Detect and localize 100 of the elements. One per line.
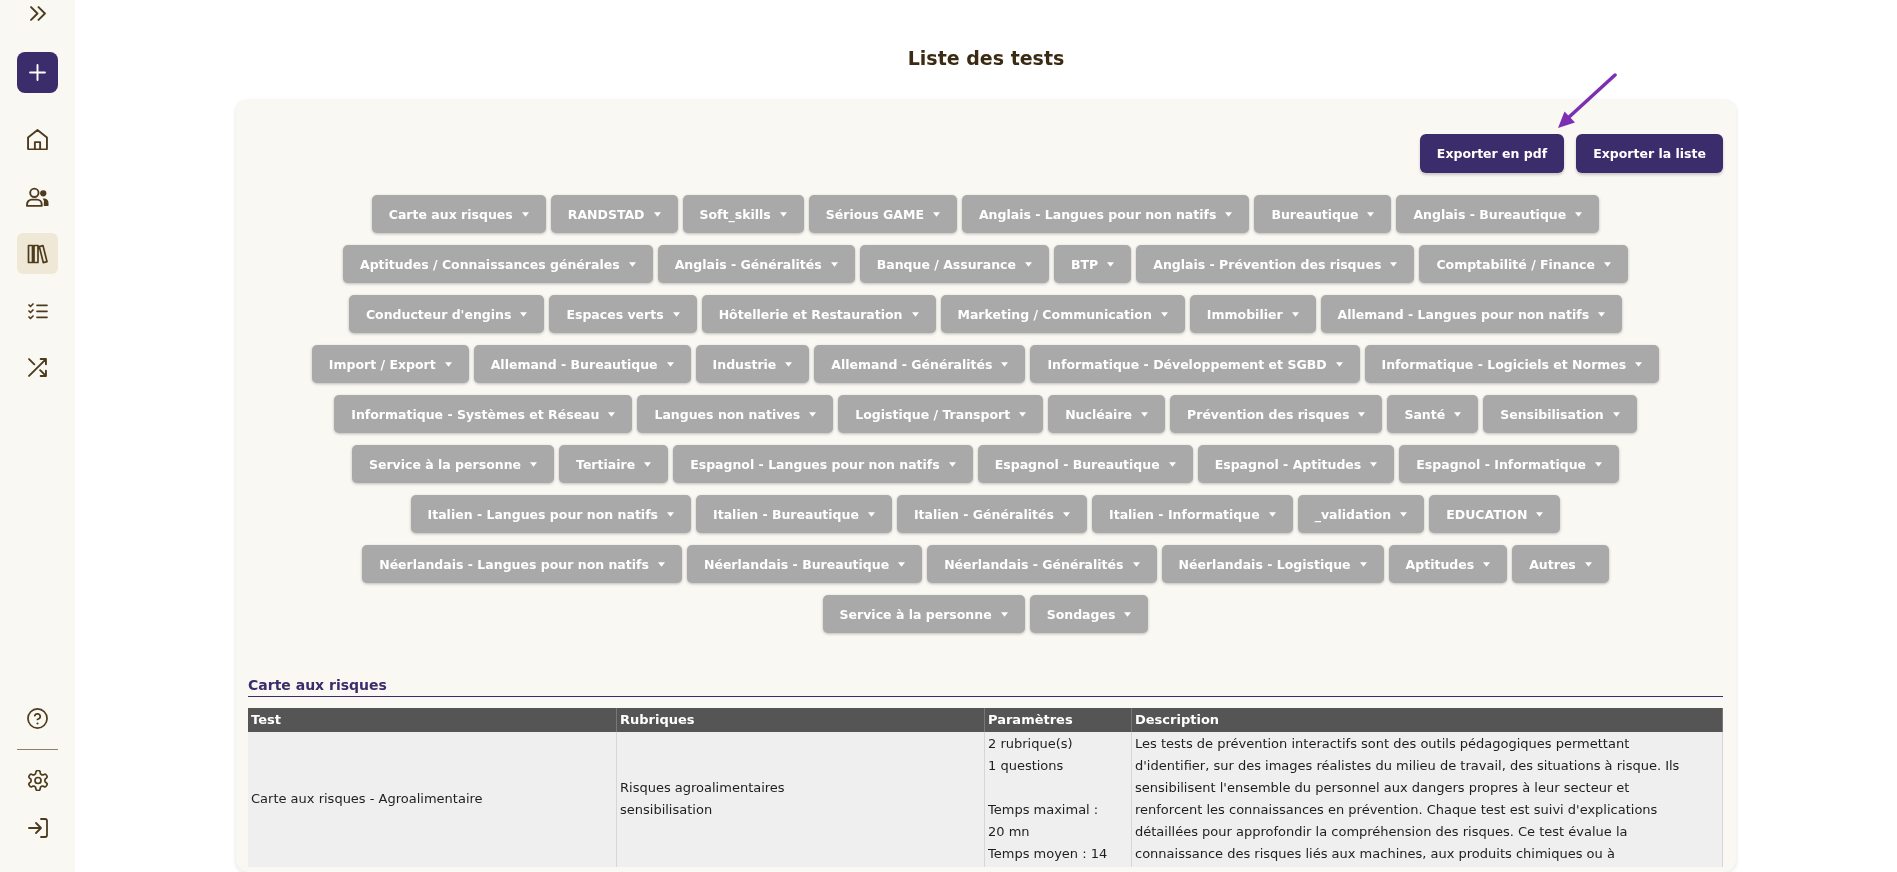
category-dropdown-button[interactable]: Nucléaire bbox=[1048, 395, 1166, 433]
caret-icon bbox=[628, 261, 636, 267]
caret-icon bbox=[1291, 311, 1299, 317]
caret-icon bbox=[644, 461, 652, 467]
rubric-text: Risques agroalimentaires bbox=[620, 779, 786, 797]
category-dropdown-button[interactable]: Néerlandais - Langues pour non natifs bbox=[362, 545, 682, 583]
category-dropdown-button[interactable]: RANDSTAD bbox=[550, 195, 678, 233]
caret-icon bbox=[1598, 311, 1606, 317]
category-dropdown-button[interactable]: Espagnol - Aptitudes bbox=[1197, 445, 1395, 483]
caret-icon bbox=[1025, 261, 1032, 267]
category-dropdown-button[interactable]: Soft_skills bbox=[682, 195, 804, 233]
category-dropdown-button[interactable]: Import / Export bbox=[311, 345, 469, 383]
caret-icon bbox=[1019, 411, 1027, 417]
books-icon bbox=[27, 243, 48, 264]
category-dropdown-button[interactable]: Langues non natives bbox=[637, 395, 834, 433]
category-dropdown-button[interactable]: Italien - Langues pour non natifs bbox=[410, 495, 692, 533]
add-button[interactable] bbox=[17, 52, 58, 93]
column-header: Rubriques bbox=[617, 708, 985, 732]
category-dropdown-button[interactable]: Italien - Informatique bbox=[1092, 495, 1293, 533]
caret-icon bbox=[1483, 561, 1491, 567]
caret-icon bbox=[667, 511, 675, 517]
section-heading: Carte aux risques bbox=[248, 676, 387, 695]
category-dropdown-button[interactable]: Logistique / Transport bbox=[838, 395, 1044, 433]
category-dropdown-button[interactable]: _validation bbox=[1297, 495, 1425, 533]
parameter-text: 2 rubrique(s) bbox=[988, 735, 1074, 753]
caret-icon bbox=[653, 211, 661, 217]
category-dropdown-button[interactable]: Banque / Assurance bbox=[859, 245, 1049, 283]
column-header: Test bbox=[248, 708, 617, 732]
caret-icon bbox=[1063, 511, 1070, 517]
category-dropdown-button[interactable]: Anglais - Bureautique bbox=[1396, 195, 1600, 233]
page-title: Liste des tests bbox=[907, 46, 1065, 71]
caret-icon bbox=[1001, 361, 1009, 367]
category-dropdown-button[interactable]: Sondages bbox=[1029, 595, 1149, 633]
caret-icon bbox=[1225, 211, 1233, 217]
category-dropdown-button[interactable]: Allemand - Généralités bbox=[814, 345, 1026, 383]
category-dropdown-button[interactable]: Néerlandais - Bureautique bbox=[686, 545, 923, 583]
category-dropdown-button[interactable]: Industrie bbox=[695, 345, 810, 383]
caret-icon bbox=[1536, 511, 1544, 517]
category-dropdown-button[interactable]: Espagnol - Langues pour non natifs bbox=[673, 445, 973, 483]
sidebar-nav-item[interactable] bbox=[17, 233, 58, 274]
category-dropdown-button[interactable]: Espaces verts bbox=[549, 295, 697, 333]
caret-icon bbox=[530, 461, 537, 467]
category-dropdown-button[interactable]: Anglais - Langues pour non natifs bbox=[961, 195, 1250, 233]
caret-icon bbox=[672, 311, 680, 317]
category-dropdown-button[interactable]: Néerlandais - Logistique bbox=[1161, 545, 1384, 583]
category-dropdown-button[interactable]: Service à la personne bbox=[351, 445, 554, 483]
caret-icon bbox=[1400, 511, 1408, 517]
category-dropdown-button[interactable]: EDUCATION bbox=[1429, 495, 1561, 533]
category-dropdown-button[interactable]: Carte aux risques bbox=[371, 195, 546, 233]
caret-icon bbox=[1390, 261, 1398, 267]
shuffle-icon bbox=[28, 358, 47, 377]
category-dropdown-button[interactable]: Tertiaire bbox=[559, 445, 669, 483]
caret-icon bbox=[1612, 411, 1620, 417]
caret-icon bbox=[948, 461, 956, 467]
category-dropdown-button[interactable]: Santé bbox=[1387, 395, 1479, 433]
caret-icon bbox=[809, 411, 817, 417]
category-dropdown-button[interactable]: Informatique - Développement et SGBD bbox=[1030, 345, 1360, 383]
category-dropdown-button[interactable]: Hôtellerie et Restauration bbox=[701, 295, 936, 333]
category-dropdown-button[interactable]: Informatique - Logiciels et Normes bbox=[1364, 345, 1660, 383]
category-dropdown-button[interactable]: Sérious GAME bbox=[808, 195, 957, 233]
category-dropdown-button[interactable]: Espagnol - Bureautique bbox=[977, 445, 1193, 483]
caret-icon bbox=[1168, 461, 1176, 467]
caret-icon bbox=[867, 511, 875, 517]
category-dropdown-button[interactable]: Italien - Bureautique bbox=[696, 495, 892, 533]
plus-icon bbox=[29, 64, 46, 81]
category-dropdown-button[interactable]: Anglais - Généralités bbox=[657, 245, 855, 283]
category-dropdown-button[interactable]: Sensibilisation bbox=[1483, 395, 1637, 433]
parameter-text: Temps maximal : 20 mn bbox=[988, 801, 1100, 841]
category-dropdown-button[interactable]: BTP bbox=[1054, 245, 1132, 283]
category-dropdown-button[interactable]: Italien - Généralités bbox=[896, 495, 1087, 533]
category-dropdown-button[interactable]: Conducteur d'engins bbox=[348, 295, 545, 333]
category-dropdown-button[interactable]: Bureautique bbox=[1254, 195, 1392, 233]
export-button[interactable]: Exporter en pdf bbox=[1419, 134, 1565, 173]
table-cell: Carte aux risques - Agroalimentaire bbox=[248, 732, 617, 867]
category-dropdown-button[interactable]: Autres bbox=[1512, 545, 1609, 583]
category-dropdown-button[interactable]: Service à la personne bbox=[822, 595, 1025, 633]
export-button[interactable]: Exporter la liste bbox=[1576, 134, 1723, 173]
category-dropdown-button[interactable]: Informatique - Systèmes et Réseau bbox=[334, 395, 633, 433]
double-chevron-icon bbox=[29, 5, 46, 21]
category-dropdown-button[interactable]: Aptitudes bbox=[1388, 545, 1508, 583]
description-text: Les tests de prévention interactifs sont des outils pédagogiques permettant d'identifier, sur des images réalistes du milieu de travail, des situations à risque. Ils sensibilisent l'ensemble du personnel aux dangers propres à leur secteur et renforcent les connaissances en prévention. Chaque test est suivi d'explications détaillées pour approfondir la compréhension des risques. Ce test évalue la connaissance des risques liés aux machines, aux produits chimiques ou à bbox=[1135, 735, 1681, 863]
category-dropdown-button[interactable]: Allemand - Langues pour non natifs bbox=[1320, 295, 1623, 333]
category-dropdown-button[interactable]: Comptabilité / Finance bbox=[1419, 245, 1628, 283]
category-dropdown-button[interactable]: Aptitudes / Connaissances générales bbox=[343, 245, 653, 283]
category-dropdown-button[interactable]: Allemand - Bureautique bbox=[473, 345, 691, 383]
category-dropdown-button[interactable]: Prévention des risques bbox=[1170, 395, 1383, 433]
category-dropdown-button[interactable]: Néerlandais - Généralités bbox=[927, 545, 1157, 583]
caret-icon bbox=[898, 561, 906, 567]
category-dropdown-button[interactable]: Immobilier bbox=[1189, 295, 1316, 333]
column-header: Description bbox=[1132, 708, 1723, 732]
caret-icon bbox=[1107, 261, 1115, 267]
rubric-text: sensibilisation bbox=[620, 801, 714, 819]
help-icon bbox=[27, 708, 48, 729]
category-dropdown-button[interactable]: Marketing / Communication bbox=[940, 295, 1185, 333]
caret-icon bbox=[1160, 311, 1168, 317]
caret-icon bbox=[785, 361, 793, 367]
caret-icon bbox=[1370, 461, 1378, 467]
category-dropdown-button[interactable]: Anglais - Prévention des risques bbox=[1136, 245, 1415, 283]
caret-icon bbox=[521, 211, 529, 217]
category-dropdown-button[interactable]: Espagnol - Informatique bbox=[1399, 445, 1620, 483]
